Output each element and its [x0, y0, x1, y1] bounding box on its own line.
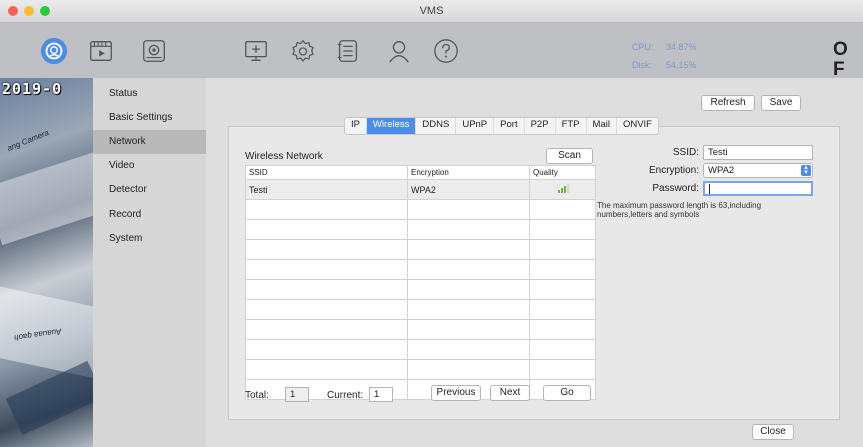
row-ssid: Testi: [245, 179, 408, 200]
tab-ddns[interactable]: DDNS: [416, 118, 457, 134]
camera-scene-text: ang Camera: [5, 128, 51, 153]
tab-port[interactable]: Port: [494, 118, 525, 134]
column-header-ssid[interactable]: SSID: [245, 165, 408, 180]
sidebar-item-system[interactable]: System: [93, 227, 206, 251]
table-header-row: SSID Encryption Quality: [245, 165, 596, 180]
log-list-icon[interactable]: [331, 34, 365, 68]
tab-mail[interactable]: Mail: [587, 118, 617, 134]
close-button[interactable]: Close: [752, 424, 794, 440]
table-row[interactable]: [245, 299, 596, 320]
ssid-input[interactable]: Testi: [703, 145, 813, 160]
tab-wireless[interactable]: Wireless: [366, 118, 417, 134]
encryption-select[interactable]: WPA2 ▴ ▾: [703, 163, 813, 178]
disk-value: 54.15%: [666, 60, 697, 70]
window-title: VMS: [419, 5, 444, 17]
tab-upnp[interactable]: UPnP: [456, 118, 495, 134]
password-hint: The maximum password length is 63,includ…: [597, 201, 762, 219]
brand-logo: O F: [833, 39, 848, 80]
disk-label: Disk:: [632, 60, 652, 70]
next-button[interactable]: Next: [490, 385, 530, 401]
user-icon[interactable]: [382, 34, 416, 68]
main-toolbar: CPU: 34.87% Disk: 54.15%: [0, 23, 863, 78]
playback-icon[interactable]: [84, 34, 118, 68]
column-header-quality[interactable]: Quality: [529, 165, 596, 180]
refresh-button[interactable]: Refresh: [701, 95, 755, 111]
sidebar-item-record[interactable]: Record: [93, 203, 206, 227]
previous-button[interactable]: Previous: [431, 385, 481, 401]
table-row[interactable]: [245, 279, 596, 300]
title-bar: VMS: [0, 0, 863, 23]
total-label: Total:: [245, 390, 269, 401]
table-row[interactable]: [245, 359, 596, 380]
disk-usage: Disk: 54.15%: [632, 60, 697, 70]
wireless-network-heading: Wireless Network: [245, 151, 323, 162]
cpu-label: CPU:: [632, 42, 654, 52]
table-row[interactable]: [245, 319, 596, 340]
tab-ip[interactable]: IP: [345, 118, 367, 134]
camera-timestamp: 2019-0: [2, 80, 63, 98]
sidebar-item-basic-settings[interactable]: Basic Settings: [93, 106, 206, 130]
table-row[interactable]: [245, 259, 596, 280]
column-header-encryption[interactable]: Encryption: [407, 165, 530, 180]
chevron-updown-icon: ▴ ▾: [801, 164, 811, 176]
settings-gear-icon[interactable]: [286, 34, 320, 68]
ssid-label: SSID:: [672, 147, 699, 158]
encryption-label: Encryption:: [648, 165, 699, 176]
network-tabs: IP Wireless DDNS UPnP Port P2P FTP Mail …: [344, 117, 659, 135]
camera-preview[interactable]: ang Camera Auauaa qaoh 2019-0: [0, 78, 93, 447]
tab-p2p[interactable]: P2P: [525, 118, 556, 134]
table-row[interactable]: Testi WPA2: [245, 179, 596, 200]
save-button[interactable]: Save: [761, 95, 801, 111]
signal-bars-icon: [529, 179, 596, 200]
camera-image-region: [5, 360, 93, 436]
table-row[interactable]: [245, 239, 596, 260]
tab-ftp[interactable]: FTP: [556, 118, 587, 134]
current-label: Current:: [327, 390, 364, 401]
scan-button[interactable]: Scan: [546, 148, 593, 164]
sidebar-item-network[interactable]: Network: [93, 130, 206, 154]
settings-sidebar: Status Basic Settings Network Video Dete…: [93, 78, 206, 447]
text-cursor: [709, 184, 710, 195]
current-page-input[interactable]: 1: [369, 387, 393, 402]
password-input[interactable]: [703, 181, 813, 196]
live-view-icon[interactable]: [37, 34, 71, 68]
sidebar-item-video[interactable]: Video: [93, 154, 206, 178]
sidebar-item-status[interactable]: Status: [93, 82, 206, 106]
table-row[interactable]: [245, 339, 596, 360]
help-icon[interactable]: [429, 34, 463, 68]
table-row[interactable]: [245, 199, 596, 220]
device-icon[interactable]: [137, 34, 171, 68]
network-settings-panel: Wireless Network Scan SSID Encryption Qu…: [228, 126, 840, 420]
total-value: 1: [285, 387, 309, 402]
table-row[interactable]: [245, 219, 596, 240]
add-device-icon[interactable]: [239, 34, 273, 68]
sidebar-item-detector[interactable]: Detector: [93, 178, 206, 202]
camera-image-region: [0, 150, 93, 246]
password-label: Password:: [652, 183, 699, 194]
main-content: Refresh Save Wireless Network Scan SSID …: [206, 78, 863, 447]
tab-onvif[interactable]: ONVIF: [617, 118, 658, 134]
cpu-usage: CPU: 34.87%: [632, 42, 697, 52]
cpu-value: 34.87%: [666, 42, 697, 52]
row-encryption: WPA2: [407, 179, 530, 200]
go-button[interactable]: Go: [543, 385, 591, 401]
encryption-selected-value: WPA2: [708, 165, 735, 176]
wireless-network-table: SSID Encryption Quality Testi WPA2: [245, 165, 596, 400]
